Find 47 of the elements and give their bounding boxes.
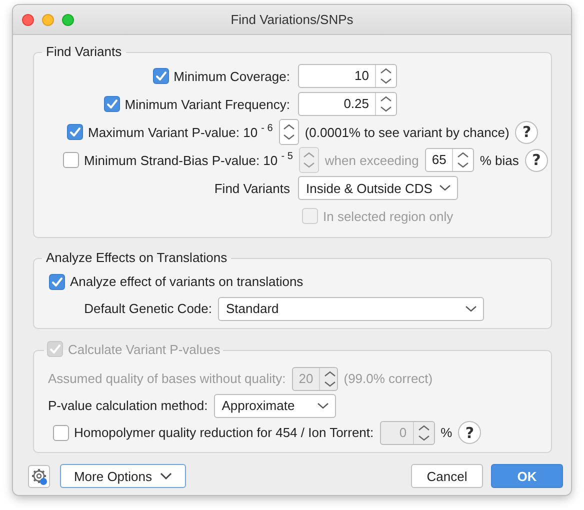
chevron-down-icon xyxy=(465,304,477,312)
field-label: % xyxy=(440,425,452,440)
field-label: (99.0% correct) xyxy=(344,371,433,386)
group-title: Find Variants xyxy=(46,44,122,59)
field-label: Default Genetic Code: xyxy=(84,301,212,316)
field-label: P-value calculation method: xyxy=(48,398,208,413)
chevron-down-icon xyxy=(439,184,451,192)
chevron-down-icon xyxy=(316,402,329,410)
status-dot xyxy=(40,478,47,484)
checkbox-label: Homopolymer quality reduction for 454 / Ion Torrent: xyxy=(74,425,374,440)
checkbox-label: Minimum Variant Frequency: xyxy=(124,96,290,112)
field-label: % bias xyxy=(480,152,519,168)
checkbox[interactable] xyxy=(53,424,69,440)
field-label: Find Variants xyxy=(214,180,290,196)
close-button[interactable] xyxy=(22,14,34,26)
checkbox-label: Minimum Coverage: xyxy=(174,68,290,84)
checkbox[interactable] xyxy=(49,274,65,290)
stepper-button[interactable] xyxy=(278,119,299,145)
checkbox-label: Calculate Variant P-values xyxy=(68,342,220,356)
checkbox[interactable] xyxy=(67,124,83,140)
window-title: Find Variations/SNPs xyxy=(230,12,354,27)
gear-icon xyxy=(31,468,47,484)
checkbox-label: Maximum Variant P-value: 10 $^{- 6}$ xyxy=(88,124,273,140)
settings-button[interactable] xyxy=(28,464,50,488)
number-field[interactable]: 65 xyxy=(424,148,474,172)
number-field[interactable]: 0.25 xyxy=(298,92,397,116)
checkbox-label: In selected region only xyxy=(323,208,454,224)
checkbox-label: Analyze effect of variants on translations xyxy=(70,274,304,289)
field-label: Assumed quality of bases without quality: xyxy=(48,371,286,386)
caret-icon xyxy=(160,472,172,480)
dropdown[interactable]: Approximate xyxy=(214,394,336,418)
dropdown[interactable]: Inside & Outside CDS xyxy=(298,176,458,200)
help-button[interactable]: ? xyxy=(458,421,482,444)
checkbox-label: Minimum Strand-Bias P-value: 10 $^{- 5}$ xyxy=(84,152,293,168)
zoom-button[interactable] xyxy=(62,14,74,26)
group-title: Analyze Effects on Translations xyxy=(46,250,228,265)
help-button[interactable]: ? xyxy=(524,148,548,172)
menu-button[interactable]: More Options xyxy=(60,464,186,488)
dialog-button[interactable]: Cancel xyxy=(411,464,483,488)
checkbox[interactable] xyxy=(63,152,79,168)
field-label: when exceeding xyxy=(324,152,419,168)
dropdown[interactable]: Standard xyxy=(218,296,484,320)
number-field[interactable]: 10 xyxy=(298,64,397,88)
checkbox[interactable] xyxy=(104,96,120,112)
field-label: (0.0001% to see variant by chance) xyxy=(304,124,510,140)
help-button[interactable]: ? xyxy=(515,120,538,144)
checkbox[interactable] xyxy=(152,68,169,84)
